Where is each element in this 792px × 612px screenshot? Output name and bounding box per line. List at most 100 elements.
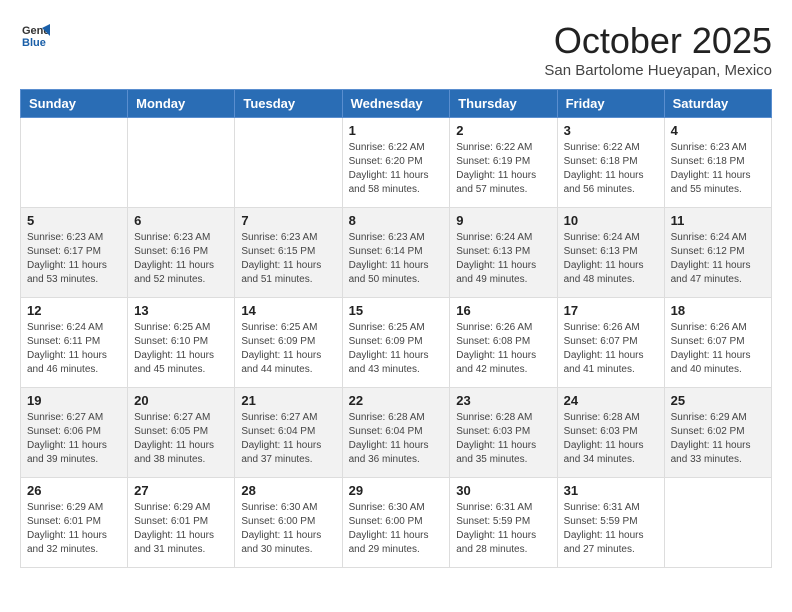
day-info: Sunrise: 6:27 AM Sunset: 6:06 PM Dayligh… bbox=[27, 411, 121, 467]
calendar-cell: 6 Sunrise: 6:23 AM Sunset: 6:16 PM Daylig… bbox=[128, 208, 235, 298]
day-info: Sunrise: 6:22 AM Sunset: 6:19 PM Dayligh… bbox=[456, 141, 550, 197]
calendar-cell: 27 Sunrise: 6:29 AM Sunset: 6:01 PM Dayli… bbox=[128, 478, 235, 568]
day-info: Sunrise: 6:26 AM Sunset: 6:08 PM Dayligh… bbox=[456, 321, 550, 377]
day-info: Sunrise: 6:28 AM Sunset: 6:03 PM Dayligh… bbox=[456, 411, 550, 467]
weekday-header-tuesday: Tuesday bbox=[235, 90, 342, 118]
svg-text:Blue: Blue bbox=[22, 37, 46, 49]
calendar-cell: 2 Sunrise: 6:22 AM Sunset: 6:19 PM Daylig… bbox=[450, 118, 557, 208]
weekday-header-monday: Monday bbox=[128, 90, 235, 118]
month-title: October 2025 bbox=[544, 20, 772, 62]
calendar-cell: 30 Sunrise: 6:31 AM Sunset: 5:59 PM Dayli… bbox=[450, 478, 557, 568]
day-number: 5 bbox=[27, 213, 121, 228]
day-info: Sunrise: 6:25 AM Sunset: 6:09 PM Dayligh… bbox=[349, 321, 444, 377]
week-row-1: 1Sunrise: 6:22 AM Sunset: 6:20 PM Daylig… bbox=[21, 118, 772, 208]
calendar-cell: 8 Sunrise: 6:23 AM Sunset: 6:14 PM Daylig… bbox=[342, 208, 450, 298]
day-info: Sunrise: 6:25 AM Sunset: 6:09 PM Dayligh… bbox=[241, 321, 335, 377]
day-info: Sunrise: 6:29 AM Sunset: 6:01 PM Dayligh… bbox=[27, 501, 121, 557]
day-info: Sunrise: 6:29 AM Sunset: 6:01 PM Dayligh… bbox=[134, 501, 228, 557]
day-number: 26 bbox=[27, 483, 121, 498]
calendar-cell: 24 Sunrise: 6:28 AM Sunset: 6:03 PM Dayli… bbox=[557, 388, 664, 478]
day-number: 10 bbox=[564, 213, 658, 228]
day-info: Sunrise: 6:23 AM Sunset: 6:17 PM Dayligh… bbox=[27, 231, 121, 287]
calendar-cell: 5 Sunrise: 6:23 AM Sunset: 6:17 PM Daylig… bbox=[21, 208, 128, 298]
day-number: 12 bbox=[27, 303, 121, 318]
weekday-header-row: SundayMondayTuesdayWednesdayThursdayFrid… bbox=[21, 90, 772, 118]
week-row-5: 26 Sunrise: 6:29 AM Sunset: 6:01 PM Dayli… bbox=[21, 478, 772, 568]
day-info: Sunrise: 6:26 AM Sunset: 6:07 PM Dayligh… bbox=[671, 321, 765, 377]
day-number: 6 bbox=[134, 213, 228, 228]
day-info: Sunrise: 6:31 AM Sunset: 5:59 PM Dayligh… bbox=[456, 501, 550, 557]
day-number: 13 bbox=[134, 303, 228, 318]
day-number: 29 bbox=[349, 483, 444, 498]
calendar-cell: 23 Sunrise: 6:28 AM Sunset: 6:03 PM Dayli… bbox=[450, 388, 557, 478]
day-number: 3 bbox=[564, 123, 658, 138]
calendar-cell: 1Sunrise: 6:22 AM Sunset: 6:20 PM Daylig… bbox=[342, 118, 450, 208]
calendar-cell: 20Sunrise: 6:27 AM Sunset: 6:05 PM Dayli… bbox=[128, 388, 235, 478]
calendar-cell: 18Sunrise: 6:26 AM Sunset: 6:07 PM Dayli… bbox=[664, 298, 771, 388]
calendar-cell: 31Sunrise: 6:31 AM Sunset: 5:59 PM Dayli… bbox=[557, 478, 664, 568]
day-number: 31 bbox=[564, 483, 658, 498]
day-info: Sunrise: 6:23 AM Sunset: 6:14 PM Dayligh… bbox=[349, 231, 444, 287]
day-info: Sunrise: 6:30 AM Sunset: 6:00 PM Dayligh… bbox=[241, 501, 335, 557]
day-number: 25 bbox=[671, 393, 765, 408]
day-number: 15 bbox=[349, 303, 444, 318]
calendar-cell bbox=[128, 118, 235, 208]
calendar-cell: 12 Sunrise: 6:24 AM Sunset: 6:11 PM Dayli… bbox=[21, 298, 128, 388]
calendar-cell: 16Sunrise: 6:26 AM Sunset: 6:08 PM Dayli… bbox=[450, 298, 557, 388]
calendar-cell: 19 Sunrise: 6:27 AM Sunset: 6:06 PM Dayli… bbox=[21, 388, 128, 478]
calendar-cell: 17Sunrise: 6:26 AM Sunset: 6:07 PM Dayli… bbox=[557, 298, 664, 388]
day-number: 4 bbox=[671, 123, 765, 138]
day-number: 27 bbox=[134, 483, 228, 498]
day-number: 9 bbox=[456, 213, 550, 228]
day-number: 20 bbox=[134, 393, 228, 408]
logo: General Blue bbox=[20, 20, 50, 50]
day-info: Sunrise: 6:22 AM Sunset: 6:20 PM Dayligh… bbox=[349, 141, 444, 197]
day-info: Sunrise: 6:27 AM Sunset: 6:04 PM Dayligh… bbox=[241, 411, 335, 467]
day-info: Sunrise: 6:28 AM Sunset: 6:04 PM Dayligh… bbox=[349, 411, 444, 467]
calendar-cell bbox=[235, 118, 342, 208]
location-subtitle: San Bartolome Hueyapan, Mexico bbox=[544, 62, 772, 79]
week-row-4: 19 Sunrise: 6:27 AM Sunset: 6:06 PM Dayli… bbox=[21, 388, 772, 478]
day-info: Sunrise: 6:24 AM Sunset: 6:13 PM Dayligh… bbox=[456, 231, 550, 287]
day-number: 8 bbox=[349, 213, 444, 228]
day-number: 17 bbox=[564, 303, 658, 318]
day-info: Sunrise: 6:24 AM Sunset: 6:13 PM Dayligh… bbox=[564, 231, 658, 287]
day-info: Sunrise: 6:28 AM Sunset: 6:03 PM Dayligh… bbox=[564, 411, 658, 467]
calendar-cell: 21 Sunrise: 6:27 AM Sunset: 6:04 PM Dayli… bbox=[235, 388, 342, 478]
day-info: Sunrise: 6:25 AM Sunset: 6:10 PM Dayligh… bbox=[134, 321, 228, 377]
calendar-cell: 13 Sunrise: 6:25 AM Sunset: 6:10 PM Dayli… bbox=[128, 298, 235, 388]
calendar-cell: 9 Sunrise: 6:24 AM Sunset: 6:13 PM Daylig… bbox=[450, 208, 557, 298]
week-row-3: 12 Sunrise: 6:24 AM Sunset: 6:11 PM Dayli… bbox=[21, 298, 772, 388]
day-number: 19 bbox=[27, 393, 121, 408]
calendar-cell: 26 Sunrise: 6:29 AM Sunset: 6:01 PM Dayli… bbox=[21, 478, 128, 568]
day-number: 24 bbox=[564, 393, 658, 408]
weekday-header-sunday: Sunday bbox=[21, 90, 128, 118]
day-info: Sunrise: 6:29 AM Sunset: 6:02 PM Dayligh… bbox=[671, 411, 765, 467]
calendar-cell: 28 Sunrise: 6:30 AM Sunset: 6:00 PM Dayli… bbox=[235, 478, 342, 568]
calendar-cell: 3Sunrise: 6:22 AM Sunset: 6:18 PM Daylig… bbox=[557, 118, 664, 208]
weekday-header-thursday: Thursday bbox=[450, 90, 557, 118]
day-info: Sunrise: 6:24 AM Sunset: 6:11 PM Dayligh… bbox=[27, 321, 121, 377]
day-info: Sunrise: 6:23 AM Sunset: 6:16 PM Dayligh… bbox=[134, 231, 228, 287]
calendar-table: SundayMondayTuesdayWednesdayThursdayFrid… bbox=[20, 89, 772, 568]
calendar-cell: 4 Sunrise: 6:23 AM Sunset: 6:18 PM Daylig… bbox=[664, 118, 771, 208]
calendar-cell: 22Sunrise: 6:28 AM Sunset: 6:04 PM Dayli… bbox=[342, 388, 450, 478]
calendar-cell: 25 Sunrise: 6:29 AM Sunset: 6:02 PM Dayli… bbox=[664, 388, 771, 478]
calendar-cell: 15 Sunrise: 6:25 AM Sunset: 6:09 PM Dayli… bbox=[342, 298, 450, 388]
title-block: October 2025 San Bartolome Hueyapan, Mex… bbox=[544, 20, 772, 79]
page-header: General Blue October 2025 San Bartolome … bbox=[20, 20, 772, 79]
weekday-header-friday: Friday bbox=[557, 90, 664, 118]
day-number: 21 bbox=[241, 393, 335, 408]
weekday-header-saturday: Saturday bbox=[664, 90, 771, 118]
calendar-cell bbox=[21, 118, 128, 208]
day-info: Sunrise: 6:23 AM Sunset: 6:18 PM Dayligh… bbox=[671, 141, 765, 197]
day-number: 28 bbox=[241, 483, 335, 498]
day-number: 2 bbox=[456, 123, 550, 138]
weekday-header-wednesday: Wednesday bbox=[342, 90, 450, 118]
day-number: 7 bbox=[241, 213, 335, 228]
day-number: 30 bbox=[456, 483, 550, 498]
calendar-cell: 11Sunrise: 6:24 AM Sunset: 6:12 PM Dayli… bbox=[664, 208, 771, 298]
day-number: 23 bbox=[456, 393, 550, 408]
day-info: Sunrise: 6:23 AM Sunset: 6:15 PM Dayligh… bbox=[241, 231, 335, 287]
calendar-cell: 7 Sunrise: 6:23 AM Sunset: 6:15 PM Daylig… bbox=[235, 208, 342, 298]
